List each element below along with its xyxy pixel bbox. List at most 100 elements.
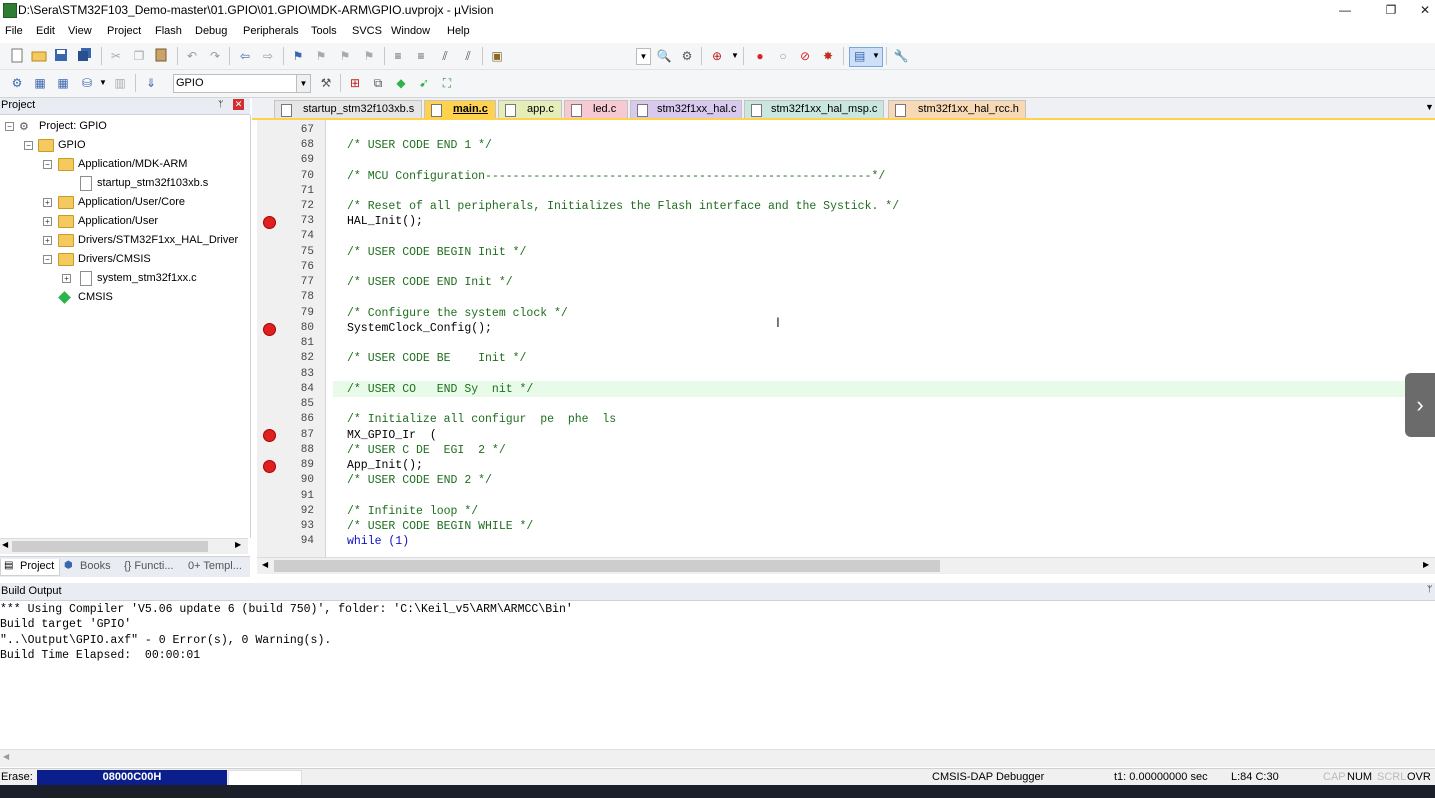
scroll-right-icon[interactable]: ▶ <box>235 540 241 549</box>
rebuild-icon[interactable]: ▦ <box>55 75 71 91</box>
menu-svcs[interactable]: SVCS <box>352 25 382 37</box>
pack-installer-icon[interactable]: ⛶ <box>439 75 455 91</box>
insert-breakpoint-icon[interactable]: ● <box>752 48 768 64</box>
bookmark-next-icon[interactable]: ⚑ <box>337 48 353 64</box>
bookmark-prev-icon[interactable]: ⚑ <box>313 48 329 64</box>
project-horizontal-scrollbar[interactable]: ◀ ▶ <box>0 538 248 554</box>
menu-edit[interactable]: Edit <box>36 25 55 37</box>
menu-peripherals[interactable]: Peripherals <box>243 25 299 37</box>
window-title: D:\Sera\STM32F103_Demo-master\01.GPIO\01… <box>18 3 494 17</box>
undo-icon[interactable]: ↶ <box>184 48 200 64</box>
bookmark-clear-icon[interactable]: ⚑ <box>361 48 377 64</box>
scroll-thumb[interactable] <box>12 541 208 552</box>
tab-main-c[interactable]: main.c <box>424 100 496 118</box>
pin-icon[interactable]: ᛘ <box>1427 584 1432 594</box>
download-load-icon[interactable]: ⇓ <box>143 75 159 91</box>
code-editor[interactable] <box>257 120 1435 557</box>
navigate-forward-icon[interactable]: ⇨ <box>260 48 276 64</box>
start-debug-icon[interactable]: ⊕ <box>709 48 725 64</box>
editor-gutter[interactable]: 67 68 69 70 71 72 73 74 75 76 77 78 79 8… <box>257 120 326 557</box>
incremental-find-icon[interactable]: ⚙ <box>679 48 695 64</box>
close-panel-button[interactable]: ✕ <box>233 99 244 110</box>
configure-wrench-icon[interactable]: 🔧 <box>893 48 909 64</box>
tab-led-c[interactable]: led.c <box>564 100 628 118</box>
find-in-files-icon[interactable]: ▣ <box>489 48 505 64</box>
expand-icon[interactable]: + <box>43 236 52 245</box>
open-folder-icon[interactable] <box>31 48 47 64</box>
menu-help[interactable]: Help <box>447 25 470 37</box>
menu-tools[interactable]: Tools <box>311 25 337 37</box>
disable-all-breakpoints-icon[interactable]: ⊘ <box>797 48 813 64</box>
save-all-icon[interactable] <box>77 48 93 64</box>
expand-icon[interactable]: + <box>43 217 52 226</box>
enable-breakpoint-icon[interactable]: ○ <box>775 48 791 64</box>
uncomment-icon[interactable]: ⫽ <box>460 48 476 64</box>
manage-rte-icon[interactable]: ◆ <box>393 75 409 91</box>
unindent-icon[interactable]: ≡ <box>413 48 429 64</box>
restore-button[interactable]: ❐ <box>1381 2 1401 18</box>
batch-build-dropdown-icon[interactable]: ▼ <box>95 75 111 91</box>
kill-all-breakpoints-icon[interactable]: ✸ <box>820 48 836 64</box>
tab-app-c[interactable]: app.c <box>498 100 562 118</box>
target-select[interactable]: GPIO ▼ <box>173 74 311 93</box>
editor-horizontal-scrollbar[interactable]: ◀ ▶ <box>257 557 1435 574</box>
window-layout-icon: ▤ <box>854 49 866 63</box>
menu-flash[interactable]: Flash <box>155 25 182 37</box>
comment-icon[interactable]: ⫽ <box>437 48 453 64</box>
tab-startup-file[interactable]: startup_stm32f103xb.s <box>274 100 422 118</box>
scroll-left-icon[interactable]: ◀ <box>262 560 268 569</box>
build-icon[interactable]: ▦ <box>32 75 48 91</box>
scroll-right-icon[interactable]: ▶ <box>1423 560 1429 569</box>
bookmark-toggle-icon[interactable]: ⚑ <box>290 48 306 64</box>
redo-icon[interactable]: ↷ <box>207 48 223 64</box>
select-pack-icon[interactable]: ➹ <box>416 75 432 91</box>
cut-icon[interactable]: ✂ <box>108 48 124 64</box>
target-options-icon[interactable]: ⚒ <box>318 75 334 91</box>
collapse-icon[interactable]: − <box>5 122 14 131</box>
toolbar-separator <box>886 47 887 65</box>
tab-list-dropdown-icon[interactable]: ▼ <box>1425 102 1434 112</box>
menu-file[interactable]: File <box>5 25 23 37</box>
new-file-icon[interactable] <box>9 48 25 64</box>
menu-debug[interactable]: Debug <box>195 25 227 37</box>
file-extensions-icon[interactable]: ⧉ <box>370 75 386 91</box>
window-layout-button[interactable]: ▤ ▼ <box>849 47 883 67</box>
expand-icon[interactable]: + <box>43 198 52 207</box>
tab-hal-c[interactable]: stm32f1xx_hal.c <box>630 100 742 118</box>
scroll-left-icon[interactable]: ◀ <box>3 752 9 761</box>
find-combo-dropdown-icon[interactable]: ▼ <box>636 48 651 65</box>
paste-icon[interactable] <box>153 48 169 64</box>
close-window-button[interactable]: ✕ <box>1415 2 1435 18</box>
tab-project[interactable]: ▤ Project <box>0 559 60 576</box>
indent-icon[interactable]: ≡ <box>390 48 406 64</box>
translate-icon[interactable]: ⚙ <box>9 75 25 91</box>
tab-hal-msp-c[interactable]: stm32f1xx_hal_msp.c <box>744 100 884 118</box>
file-icon <box>637 104 648 117</box>
tab-books[interactable]: ⬢ Books <box>62 559 118 575</box>
navigate-back-icon[interactable]: ⇦ <box>237 48 253 64</box>
collapse-icon[interactable]: − <box>43 160 52 169</box>
tab-hal-rcc-h[interactable]: stm32f1xx_hal_rcc.h <box>888 100 1026 118</box>
scroll-left-icon[interactable]: ◀ <box>2 540 8 549</box>
scroll-thumb[interactable] <box>274 560 940 572</box>
minimize-button[interactable]: — <box>1335 2 1355 18</box>
build-output-pane[interactable]: *** Using Compiler 'V5.06 update 6 (buil… <box>0 601 1435 749</box>
collapse-icon[interactable]: − <box>43 255 52 264</box>
collapse-icon[interactable]: − <box>24 141 33 150</box>
manage-project-items-icon[interactable]: ⊞ <box>347 75 363 91</box>
menu-window[interactable]: Window <box>391 25 430 37</box>
build-output-scrollbar[interactable]: ◀ <box>0 749 1435 767</box>
menu-project[interactable]: Project <box>107 25 141 37</box>
next-page-arrow-icon[interactable]: › <box>1405 373 1435 437</box>
copy-icon[interactable]: ❐ <box>131 48 147 64</box>
find-icon[interactable]: 🔍 <box>656 48 672 64</box>
save-icon[interactable] <box>53 48 69 64</box>
batch-build-icon[interactable]: ⛁ <box>79 75 95 91</box>
menu-view[interactable]: View <box>68 25 92 37</box>
debug-dropdown-icon[interactable]: ▼ <box>727 48 743 64</box>
pin-icon[interactable]: ᛘ <box>218 99 223 109</box>
tab-functions[interactable]: {} Functi... <box>122 559 182 575</box>
tab-templates[interactable]: 0+ Templ... <box>186 559 248 575</box>
expand-icon[interactable]: + <box>62 274 71 283</box>
stop-build-icon[interactable]: ▥ <box>112 75 128 91</box>
